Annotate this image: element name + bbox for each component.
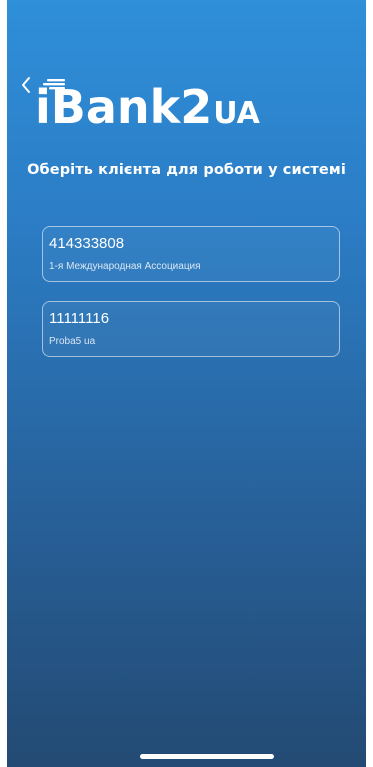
client-id: 11111116 <box>49 310 110 327</box>
ibank2ua-logo: iBank2 UA <box>35 50 260 130</box>
client-name: Proba5 ua <box>49 336 96 347</box>
logo-suffix-text: UA <box>213 96 260 131</box>
client-item-414333808[interactable]: 414333808 1-я Международная Ассоциация <box>42 226 340 282</box>
back-button[interactable] <box>15 68 37 102</box>
page-title: Оберіть клієнта для роботи у системі <box>27 162 346 178</box>
logo-speed-lines-icon <box>43 79 65 90</box>
logo-main-text: iBank2 <box>35 79 212 130</box>
chevron-left-icon <box>22 77 30 93</box>
client-id: 414333808 <box>49 235 125 252</box>
client-selection-screen: iBank2 UA Оберіть клієнта для роботи у с… <box>7 0 366 767</box>
device-frame: iBank2 UA Оберіть клієнта для роботи у с… <box>0 0 373 767</box>
home-indicator[interactable] <box>140 754 274 759</box>
client-name: 1-я Международная Ассоциация <box>49 261 201 272</box>
client-item-11111116[interactable]: 11111116 Proba5 ua <box>42 301 340 357</box>
